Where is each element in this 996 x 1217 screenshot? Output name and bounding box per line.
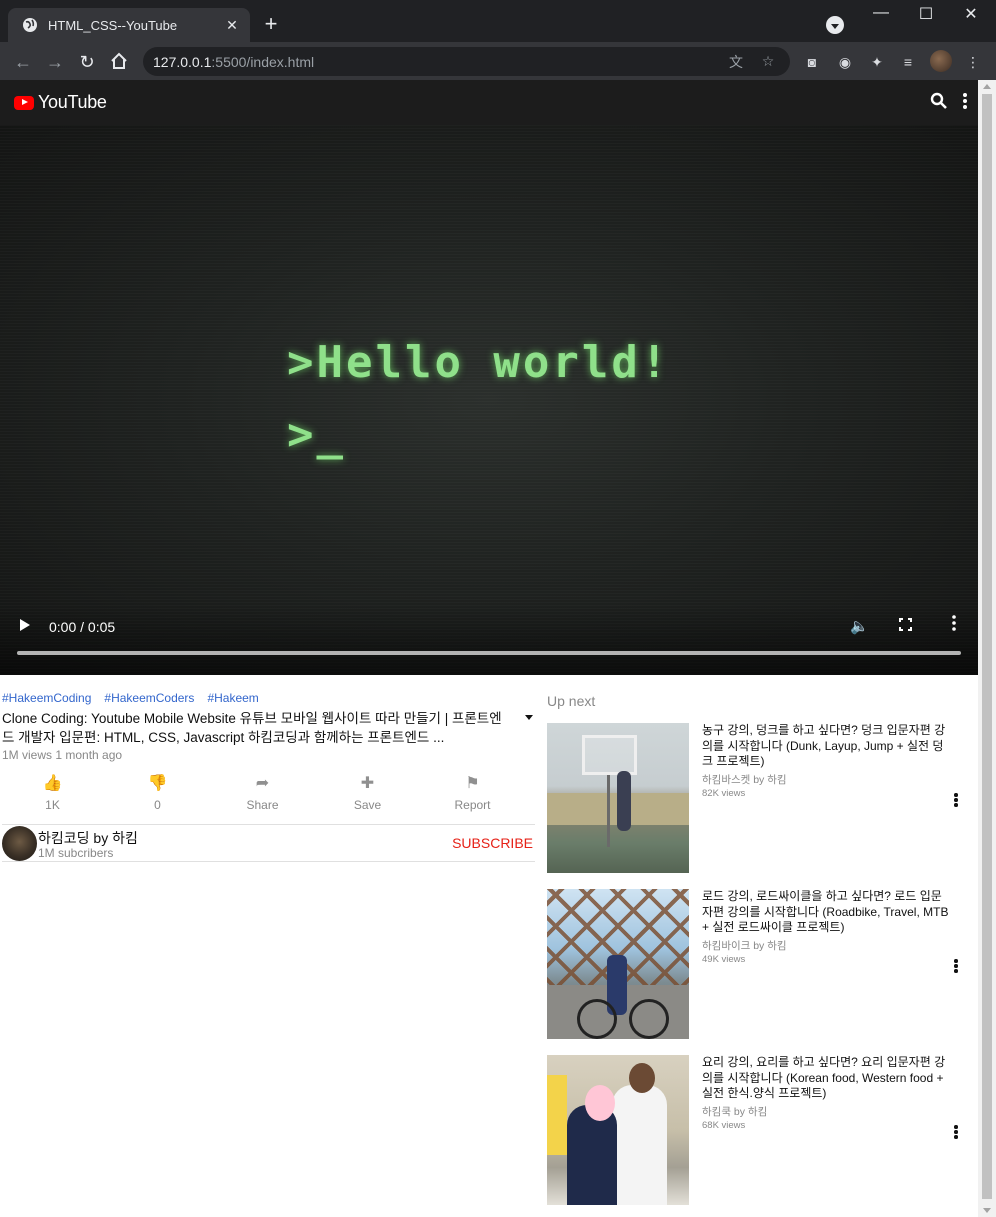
more-vertical-icon[interactable] (954, 793, 958, 807)
channel-name[interactable]: 하킴코딩 by 하킴 (38, 828, 138, 848)
video-info: #HakeemCoding #HakeemCoders #Hakeem Clon… (0, 691, 537, 862)
video-frame-text: >Hello world! (287, 337, 671, 388)
play-icon[interactable] (20, 619, 30, 631)
expand-caret-icon[interactable] (525, 715, 533, 720)
browser-menu-icon[interactable]: ⋮ (963, 52, 983, 72)
video-views-date: 1M views 1 month ago (2, 748, 123, 762)
puzzle-extensions-icon[interactable]: ✦ (867, 52, 887, 72)
up-next-heading: Up next (547, 693, 596, 709)
share-icon: ➦ (255, 775, 270, 792)
channel-row: 하킴코딩 by 하킴 1M subcribers SUBSCRIBE (2, 824, 535, 862)
translate-icon[interactable]: 文 (726, 52, 746, 72)
channel-subscribers: 1M subcribers (38, 846, 114, 860)
video-player[interactable]: >Hello world! >_ 0:00 / 0:05 🔈 (0, 125, 978, 675)
reading-list-icon[interactable]: ≡ (898, 52, 918, 72)
youtube-logo-icon[interactable] (14, 95, 34, 110)
browser-toolbar: ← → ↻ i 127.0.0.1:5500/index.html 文 ☆ ◙ … (0, 42, 996, 672)
volume-icon[interactable]: 🔈 (850, 617, 869, 635)
item-title[interactable]: 요리 강의, 요리를 하고 싶다면? 요리 입문자편 강의를 시작합니다 (Ko… (702, 1055, 952, 1102)
dislike-button[interactable]: 👎 0 (105, 774, 210, 824)
item-channel: 하킴바스켓 by 하킴 (702, 773, 787, 786)
plus-icon: ✚ (360, 775, 375, 792)
list-item[interactable]: 요리 강의, 요리를 하고 싶다면? 요리 입문자편 강의를 시작합니다 (Ko… (547, 1055, 969, 1205)
video-more-icon[interactable] (951, 615, 957, 631)
thumbs-up-icon: 👍 (42, 775, 63, 792)
globe-icon (23, 18, 37, 32)
save-button[interactable]: ✚ Save (315, 774, 420, 824)
scroll-down-icon[interactable] (983, 1208, 991, 1213)
video-thumbnail[interactable] (547, 889, 689, 1039)
like-count: 1K (45, 798, 60, 812)
list-item[interactable]: 로드 강의, 로드싸이클을 하고 싶다면? 로드 입문자편 강의를 시작합니다 … (547, 889, 969, 1039)
video-thumbnail[interactable] (547, 723, 689, 873)
window-close-button[interactable]: ✕ (956, 4, 986, 24)
item-title[interactable]: 로드 강의, 로드싸이클을 하고 싶다면? 로드 입문자편 강의를 시작합니다 … (702, 889, 952, 936)
item-views: 82K views (702, 787, 746, 799)
report-label: Report (454, 798, 491, 812)
minimize-button[interactable]: — (866, 4, 896, 22)
subscribe-button[interactable]: SUBSCRIBE (452, 835, 533, 851)
dislike-count: 0 (154, 798, 161, 812)
action-bar: 👍 1K 👎 0 ➦ Share ✚ Save ⚑ Report (0, 774, 537, 824)
item-channel: 하킴바이크 by 하킴 (702, 939, 787, 952)
youtube-header: YouTube (0, 80, 978, 125)
camera-extension-icon[interactable]: ◙ (802, 52, 822, 72)
tab-title: HTML_CSS--YouTube (48, 17, 178, 33)
hashtag-link[interactable]: #HakeemCoding (2, 691, 91, 707)
hashtag-list: #HakeemCoding #HakeemCoders #Hakeem (0, 691, 537, 707)
url-text[interactable]: 127.0.0.1:5500/index.html (153, 54, 726, 70)
more-vertical-icon[interactable] (954, 1125, 958, 1139)
list-item[interactable]: 농구 강의, 덩크를 하고 싶다면? 덩크 입문자편 강의를 시작합니다 (Du… (547, 723, 969, 873)
search-icon[interactable] (930, 92, 948, 110)
new-tab-button[interactable]: + (260, 13, 282, 35)
home-icon[interactable] (108, 50, 130, 72)
video-frame-prompt: >_ (287, 409, 346, 460)
scrollbar-thumb[interactable] (982, 94, 992, 1199)
video-title: Clone Coding: Youtube Mobile Website 유튜브… (2, 711, 502, 745)
browser-chrome: HTML_CSS--YouTube ✕ + — ☐ ✕ ← → ↻ i 127.… (0, 0, 996, 672)
item-channel: 하킴쿡 by 하킴 (702, 1105, 768, 1118)
video-thumbnail[interactable] (547, 1055, 689, 1205)
forward-arrow-icon[interactable]: → (44, 51, 66, 73)
bookmark-star-icon[interactable]: ☆ (758, 53, 778, 70)
flag-icon: ⚑ (465, 775, 480, 792)
item-views: 68K views (702, 1119, 746, 1131)
thumbs-down-icon: 👎 (147, 775, 168, 792)
fullscreen-icon[interactable] (898, 617, 913, 632)
video-time: 0:00 / 0:05 (49, 619, 116, 635)
profile-avatar[interactable] (930, 50, 952, 72)
address-bar[interactable]: i 127.0.0.1:5500/index.html 文 ☆ (143, 47, 790, 672)
video-progress-bar[interactable] (17, 651, 961, 655)
video-controls (0, 605, 978, 675)
more-vertical-icon[interactable] (962, 92, 968, 110)
page-scrollbar[interactable] (978, 80, 996, 1217)
share-button[interactable]: ➦ Share (210, 774, 315, 824)
report-button[interactable]: ⚑ Report (420, 774, 525, 824)
tab-close-icon[interactable]: ✕ (224, 17, 240, 34)
page-content: YouTube >Hello world! >_ 0:00 / 0:05 🔈 #… (0, 80, 978, 1217)
more-vertical-icon[interactable] (954, 959, 958, 973)
item-views: 49K views (702, 953, 746, 965)
eyes-extension-icon[interactable]: ◉ (835, 52, 855, 72)
up-next-list: Up next 농구 강의, 덩크를 하고 싶다면? 덩크 입문자편 강의를 시… (547, 693, 969, 1205)
channel-avatar[interactable] (2, 826, 37, 861)
brand-name[interactable]: YouTube (38, 92, 107, 113)
back-arrow-icon[interactable]: ← (12, 51, 34, 73)
tab-strip: HTML_CSS--YouTube ✕ + — ☐ ✕ (0, 0, 996, 42)
save-label: Save (353, 798, 382, 812)
maximize-button[interactable]: ☐ (911, 4, 941, 24)
share-label: Share (246, 798, 279, 812)
scroll-up-icon[interactable] (983, 84, 991, 89)
like-button[interactable]: 👍 1K (0, 774, 105, 824)
browser-tab[interactable]: HTML_CSS--YouTube ✕ (8, 8, 250, 42)
hashtag-link[interactable]: #HakeemCoders (104, 691, 194, 707)
reload-icon[interactable]: ↻ (76, 51, 98, 73)
tab-search-icon[interactable] (826, 16, 844, 34)
item-title[interactable]: 농구 강의, 덩크를 하고 싶다면? 덩크 입문자편 강의를 시작합니다 (Du… (702, 723, 952, 770)
hashtag-link[interactable]: #Hakeem (207, 691, 258, 707)
